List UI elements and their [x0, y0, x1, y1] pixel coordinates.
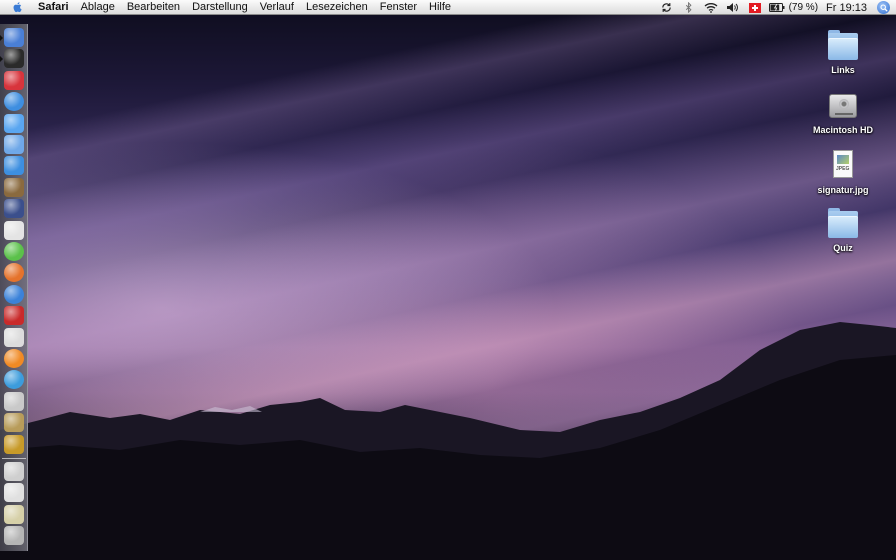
desktop-icon-label: Links [831, 65, 855, 75]
dock-safari-icon[interactable] [4, 92, 24, 112]
dock-imovie-icon[interactable] [4, 199, 24, 219]
bluetooth-icon[interactable] [681, 1, 697, 14]
desktop-icon-label: Quiz [833, 243, 853, 253]
dock-warcraft-icon[interactable] [4, 434, 24, 454]
menu-bar: Safari Ablage Bearbeiten Darstellung Ver… [0, 0, 896, 15]
folder-icon [826, 206, 860, 240]
hard-drive-icon [826, 88, 860, 122]
mountain-silhouette [0, 322, 896, 560]
menu-app-name[interactable]: Safari [34, 0, 75, 15]
desktop-icon-quiz[interactable]: Quiz [798, 206, 888, 253]
menu-ablage[interactable]: Ablage [75, 0, 121, 15]
dock-x11-icon[interactable] [4, 391, 24, 411]
volume-icon[interactable] [725, 1, 741, 14]
menu-fenster[interactable]: Fenster [374, 0, 423, 15]
dock-separator [2, 458, 26, 459]
dock-itunes-icon[interactable] [4, 135, 24, 154]
dock-textedit-icon[interactable] [4, 220, 24, 240]
dock-iphoto-icon[interactable] [4, 177, 24, 197]
desktop-icon-signatur-jpg[interactable]: JPEG signatur.jpg [798, 148, 888, 195]
dock-firefox-icon[interactable] [4, 263, 24, 283]
menu-lesezeichen[interactable]: Lesezeichen [300, 0, 374, 15]
dock [0, 24, 28, 551]
desktop-icon-label: Macintosh HD [812, 125, 873, 135]
jpeg-file-icon: JPEG [826, 148, 860, 182]
dock-blender-icon[interactable] [4, 349, 24, 368]
sync-icon[interactable] [659, 1, 675, 14]
desktop-icon-links[interactable]: Links [798, 28, 888, 75]
dock-running-indicator [0, 56, 3, 63]
desktop-icon-macintosh-hd[interactable]: Macintosh HD [798, 88, 888, 135]
spotlight-icon[interactable] [877, 1, 890, 14]
status-menu-area: (79 %) Fr 19:13 [656, 0, 890, 15]
apple-icon[interactable] [12, 1, 24, 13]
dock-preview-icon[interactable] [4, 327, 24, 347]
dock-finder-icon[interactable] [4, 28, 24, 47]
dock-trash-icon[interactable] [4, 526, 24, 546]
dock-photo-booth-icon[interactable] [4, 306, 24, 326]
dock-ical-icon[interactable] [4, 70, 24, 90]
folder-icon [826, 28, 860, 62]
dock-facetime-green-icon[interactable] [4, 242, 24, 261]
menu-bearbeiten[interactable]: Bearbeiten [121, 0, 186, 15]
menu-verlauf[interactable]: Verlauf [254, 0, 300, 15]
dock-ichat-icon[interactable] [4, 113, 24, 133]
battery-percentage[interactable]: (79 %) [789, 2, 818, 13]
battery-icon[interactable] [768, 1, 785, 14]
dock-quicktime-icon[interactable] [4, 284, 24, 304]
menu-clock[interactable]: Fr 19:13 [826, 2, 867, 14]
jpeg-badge: JPEG [836, 166, 850, 172]
desktop-icon-label: signatur.jpg [817, 185, 869, 195]
input-flag-icon[interactable] [747, 1, 763, 14]
dock-running-indicator [0, 35, 3, 41]
dock-pen-tool-icon[interactable] [4, 413, 24, 433]
dock-iweb-icon[interactable] [4, 156, 24, 176]
dock-downloads-stack-icon[interactable] [4, 504, 24, 524]
dock-dvd-player-icon[interactable] [4, 49, 24, 69]
wifi-icon[interactable] [703, 1, 719, 14]
menu-darstellung[interactable]: Darstellung [186, 0, 254, 15]
menu-hilfe[interactable]: Hilfe [423, 0, 457, 15]
dock-documents-stack-icon[interactable] [4, 483, 24, 503]
dock-network-icon[interactable] [4, 370, 24, 390]
dock-applications-stack-icon[interactable] [4, 462, 24, 481]
